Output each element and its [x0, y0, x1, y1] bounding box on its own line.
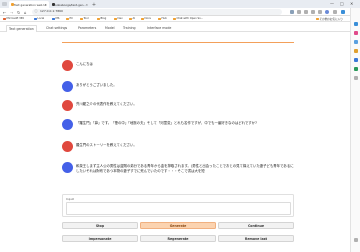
bookmark-item[interactable]: Local	[34, 17, 44, 21]
message-text: 羅生門のストーリーを教えてください。	[76, 143, 137, 147]
read-aloud-icon[interactable]	[297, 10, 301, 14]
tab-chat-settings[interactable]: Chat settings	[44, 25, 69, 31]
tab-actions-icon[interactable]	[2, 2, 7, 6]
browser-tab-webui[interactable]: Text generation web UI ✕	[9, 1, 49, 8]
office-icon[interactable]	[354, 58, 358, 62]
copilot-icon[interactable]	[341, 10, 345, 14]
regenerate-button[interactable]: Regenerate	[140, 235, 216, 242]
bookmark-item[interactable]: MS	[52, 17, 59, 21]
tab-training[interactable]: Training	[121, 25, 138, 31]
more-icon[interactable]	[333, 10, 337, 14]
bot-avatar	[62, 100, 73, 111]
close-tab-icon[interactable]: ✕	[85, 3, 88, 7]
extension-icon[interactable]	[290, 10, 294, 14]
browser-sidebar	[350, 8, 360, 252]
message-text: 「羅生門」「鼻」です。「葦の中」「地獄の夫」そして「河童変」とれも名作ですが、中…	[76, 121, 257, 125]
input-textarea[interactable]	[66, 202, 291, 215]
message-text: 和泉王しまず主人公の男性は盗賊の弟分である青年から金を搾取されます。(男性と出会…	[76, 164, 294, 173]
browser-tab-strip: Text generation web UI ✕ oobabooga/text-…	[0, 0, 360, 8]
maximize-icon[interactable]: □	[340, 1, 344, 6]
url-field[interactable]: ⓘ 127.0.0.1:7860	[32, 9, 282, 15]
favorites-icon[interactable]	[304, 10, 308, 14]
browser-tab-label: oobabooga/text-gen...	[55, 2, 87, 7]
generate-button[interactable]: Generate	[140, 222, 216, 229]
shopping-icon[interactable]	[354, 31, 358, 35]
tab-text-generation[interactable]: Text generation	[6, 24, 37, 32]
back-icon[interactable]: ←	[3, 10, 6, 15]
bookmark-item[interactable]: Blog	[97, 17, 106, 21]
search-icon[interactable]	[354, 22, 358, 26]
close-window-icon[interactable]: ✕	[350, 1, 353, 6]
tab-model[interactable]: Model	[103, 25, 117, 31]
minimize-icon[interactable]: —	[330, 1, 334, 6]
webui-favicon-icon	[10, 3, 14, 6]
home-icon[interactable]: ⌂	[24, 10, 27, 15]
user-avatar	[62, 162, 73, 173]
impersonate-button[interactable]: Impersonate	[62, 235, 138, 242]
bookmark-item[interactable]: Hub	[158, 17, 167, 21]
collections-icon[interactable]	[318, 10, 322, 14]
browser-tab-label: Text generation web UI	[14, 2, 47, 7]
tab-parameters[interactable]: Parameters	[76, 25, 98, 31]
add-icon[interactable]	[354, 76, 358, 80]
user-avatar	[62, 81, 73, 92]
reload-icon[interactable]: ↻	[17, 10, 20, 15]
profile-icon[interactable]	[325, 10, 329, 14]
bookmark-item[interactable]: AI	[129, 17, 135, 21]
app-tab-bar: Text generation Chat settings Parameters…	[0, 23, 350, 32]
bookmark-item[interactable]: Tool	[80, 17, 89, 21]
outlook-icon[interactable]	[354, 67, 358, 71]
message-text: ありがとうございました。	[76, 83, 117, 87]
tools-icon[interactable]	[354, 40, 358, 44]
new-tab-button[interactable]: +	[91, 1, 97, 8]
url-text: 127.0.0.1:7860	[40, 9, 63, 14]
continue-button[interactable]: Continue	[218, 222, 294, 229]
other-favorites-folder[interactable]: その他のお気に入り	[316, 17, 343, 21]
bot-avatar	[62, 141, 73, 152]
tab-interface-mode[interactable]: Interface mode	[145, 25, 173, 31]
games-icon[interactable]	[354, 49, 358, 53]
github-favicon-icon	[51, 3, 55, 6]
settings-icon[interactable]	[354, 238, 358, 242]
info-icon[interactable]: ⓘ	[35, 9, 38, 14]
input-label: Input	[66, 197, 74, 201]
split-screen-icon[interactable]	[311, 10, 315, 14]
input-panel: Input	[62, 194, 294, 217]
message-text: 芥川龍之介の代表作を教えてください。	[76, 102, 137, 106]
address-bar-row: ← → ↻ ⌂ ⓘ 127.0.0.1:7860	[0, 8, 360, 16]
bookmark-item[interactable]: Docs	[141, 17, 151, 21]
bookmark-item[interactable]: Chat with Open So...	[173, 17, 203, 21]
browser-tab-github[interactable]: oobabooga/text-gen... ✕	[50, 1, 90, 8]
remove-last-button[interactable]: Remove last	[218, 235, 294, 242]
bookmark-item[interactable]: PC	[66, 17, 73, 21]
bot-avatar	[62, 60, 73, 71]
stop-button[interactable]: Stop	[62, 222, 138, 229]
forward-icon[interactable]: →	[10, 10, 13, 15]
message-text: こんにちは	[76, 62, 93, 66]
user-avatar	[62, 119, 73, 130]
close-tab-icon[interactable]: ✕	[44, 3, 47, 7]
generation-progress-line	[62, 42, 294, 43]
bookmark-item[interactable]: Microsoft 365	[3, 17, 24, 21]
bookmark-item[interactable]: Dev	[114, 17, 123, 21]
bookmarks-bar: Microsoft 365 Local MS PC Tool Blog Dev …	[0, 16, 350, 22]
